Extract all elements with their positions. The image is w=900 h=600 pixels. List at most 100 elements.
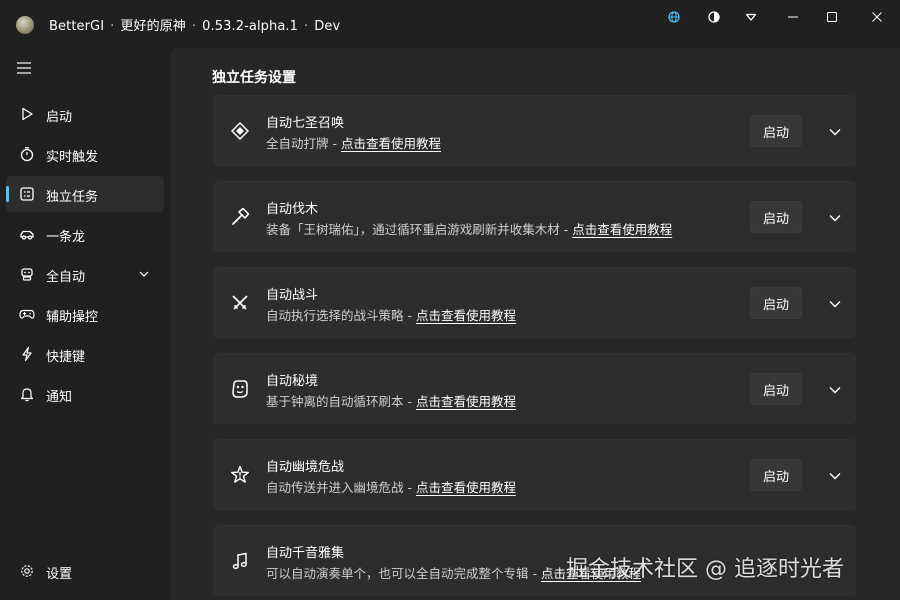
gamepad-icon <box>19 309 35 319</box>
chevron-down-icon <box>829 387 841 394</box>
sidebar: 启动 实时触发 独立任务 一条龙 全自动 辅助操控 快捷键 通知 设置 <box>0 48 170 600</box>
tutorial-link[interactable]: 点击查看使用教程 <box>416 308 516 323</box>
expand-button[interactable] <box>822 209 848 227</box>
maximize-button[interactable] <box>812 0 852 34</box>
title-separator: · <box>304 19 309 34</box>
language-button[interactable] <box>654 0 694 34</box>
sidebar-item-assist-control[interactable]: 辅助操控 <box>6 296 164 332</box>
sidebar-item-label: 全自动 <box>46 270 86 285</box>
start-button[interactable]: 启动 <box>750 459 802 491</box>
expand-button[interactable] <box>822 381 848 399</box>
title-separator: · <box>110 19 115 34</box>
theme-toggle-button[interactable] <box>694 0 734 34</box>
start-button[interactable]: 启动 <box>750 287 802 319</box>
title-separator: · <box>191 19 197 34</box>
task-description-text: 可以自动演奏单个，也可以全自动完成整个专辑 - <box>266 566 541 581</box>
app-logo <box>16 16 34 34</box>
chevron-down-icon <box>829 301 841 308</box>
task-title: 自动幽境危战 <box>266 460 345 475</box>
expand-button[interactable] <box>822 123 848 141</box>
task-description: 全自动打牌 - 点击查看使用教程 <box>266 133 441 152</box>
globe-icon <box>668 11 680 23</box>
car-icon <box>20 230 34 240</box>
sidebar-item-label: 辅助操控 <box>46 310 99 325</box>
app-version: 0.53.2-alpha.1 <box>202 19 299 34</box>
sidebar-item-label: 独立任务 <box>46 190 99 205</box>
task-card-auto-domain: 自动秘境 基于钟离的自动循环刷本 - 点击查看使用教程 启动 <box>213 353 856 424</box>
tutorial-link[interactable]: 点击查看使用教程 <box>341 136 441 151</box>
tutorial-link[interactable]: 点击查看使用教程 <box>572 222 672 237</box>
minimize-button[interactable] <box>773 0 813 34</box>
start-button[interactable]: 启动 <box>750 201 802 233</box>
task-title: 自动千音雅集 <box>266 546 345 561</box>
start-button[interactable]: 启动 <box>750 115 802 147</box>
task-card-auto-wood: 自动伐木 装备「王树瑞佑」，通过循环重启游戏刷新并收集木材 - 点击查看使用教程… <box>213 181 856 252</box>
gear-icon <box>21 565 33 577</box>
domain-icon <box>232 380 248 398</box>
task-description: 装备「王树瑞佑」，通过循环重启游戏刷新并收集木材 - 点击查看使用教程 <box>266 219 672 238</box>
sidebar-item-independent-tasks[interactable]: 独立任务 <box>6 176 164 212</box>
menu-toggle-button[interactable] <box>14 60 34 76</box>
star-danger-icon <box>231 465 249 483</box>
page-title: 独立任务设置 <box>212 70 296 86</box>
minimize-icon <box>788 16 798 18</box>
sidebar-item-notifications[interactable]: 通知 <box>6 376 164 412</box>
main-content: 独立任务设置 自动七圣召唤 全自动打牌 - 点击查看使用教程 启动 自动伐木 装… <box>170 48 900 600</box>
task-description-text: 基于钟离的自动循环刷本 - <box>266 394 416 409</box>
close-icon <box>872 12 882 22</box>
task-description: 自动传送并进入幽境危战 - 点击查看使用教程 <box>266 477 516 496</box>
expand-button[interactable] <box>822 295 848 313</box>
task-card-stygian-onslaught: 自动幽境危战 自动传送并进入幽境危战 - 点击查看使用教程 启动 <box>213 439 856 510</box>
bell-icon <box>20 388 34 402</box>
task-card-auto-fight: 自动战斗 自动执行选择的战斗策略 - 点击查看使用教程 启动 <box>213 267 856 338</box>
card-duel-icon <box>231 122 249 140</box>
sidebar-item-launch[interactable]: 启动 <box>6 96 164 132</box>
task-card-genius-invokation: 自动七圣召唤 全自动打牌 - 点击查看使用教程 启动 <box>213 95 856 166</box>
chevron-down-icon <box>829 129 841 136</box>
tutorial-link[interactable]: 点击查看使用教程 <box>416 394 516 409</box>
task-description-text: 装备「王树瑞佑」，通过循环重启游戏刷新并收集木材 - <box>266 222 573 237</box>
maximize-icon <box>827 12 837 22</box>
app-window: BetterGI · 更好的原神 · 0.53.2-alpha.1 · Dev 启动 <box>0 0 900 600</box>
axe-icon <box>232 207 250 225</box>
chevron-down-icon <box>139 271 149 277</box>
app-channel: Dev <box>314 19 341 34</box>
sidebar-item-hotkeys[interactable]: 快捷键 <box>6 336 164 372</box>
sidebar-item-label: 启动 <box>46 110 73 125</box>
task-description-text: 全自动打牌 - <box>266 136 341 151</box>
sidebar-item-label: 设置 <box>46 567 73 582</box>
theme-icon <box>708 11 720 23</box>
app-name: BetterGI <box>49 19 105 34</box>
task-title: 自动伐木 <box>266 202 319 217</box>
music-icon <box>232 552 247 569</box>
tutorial-link[interactable]: 点击查看使用教程 <box>416 480 516 495</box>
sidebar-item-label: 通知 <box>46 390 73 405</box>
expand-button[interactable] <box>822 467 848 485</box>
close-button[interactable] <box>857 0 897 34</box>
watermark: 掘金技术社区 @ 追逐时光者 <box>566 557 844 582</box>
sidebar-item-label: 实时触发 <box>46 150 99 165</box>
task-title: 自动秘境 <box>266 374 319 389</box>
sidebar-item-full-auto[interactable]: 全自动 <box>6 256 164 292</box>
app-subtitle: 更好的原神 <box>120 19 186 34</box>
task-description-text: 自动传送并进入幽境危战 - <box>266 480 416 495</box>
active-indicator <box>6 186 9 202</box>
window-title: BetterGI · 更好的原神 · 0.53.2-alpha.1 · Dev <box>49 15 340 34</box>
sidebar-item-realtime-trigger[interactable]: 实时触发 <box>6 136 164 172</box>
start-button[interactable]: 启动 <box>750 373 802 405</box>
sidebar-item-settings[interactable]: 设置 <box>6 553 164 589</box>
sidebar-item-label: 快捷键 <box>46 350 86 365</box>
title-bar: BetterGI · 更好的原神 · 0.53.2-alpha.1 · Dev <box>0 0 900 48</box>
task-title: 自动战斗 <box>266 288 319 303</box>
hamburger-icon <box>17 62 31 74</box>
pin-button[interactable] <box>731 0 771 34</box>
crossed-swords-icon <box>232 295 248 310</box>
task-description: 基于钟离的自动循环刷本 - 点击查看使用教程 <box>266 391 516 410</box>
sidebar-item-one-dragon[interactable]: 一条龙 <box>6 216 164 252</box>
play-icon <box>22 107 33 121</box>
pin-icon <box>745 13 757 21</box>
stopwatch-icon <box>20 147 34 162</box>
chevron-down-icon <box>829 473 841 480</box>
task-description: 自动执行选择的战斗策略 - 点击查看使用教程 <box>266 305 516 324</box>
task-description-text: 自动执行选择的战斗策略 - <box>266 308 416 323</box>
